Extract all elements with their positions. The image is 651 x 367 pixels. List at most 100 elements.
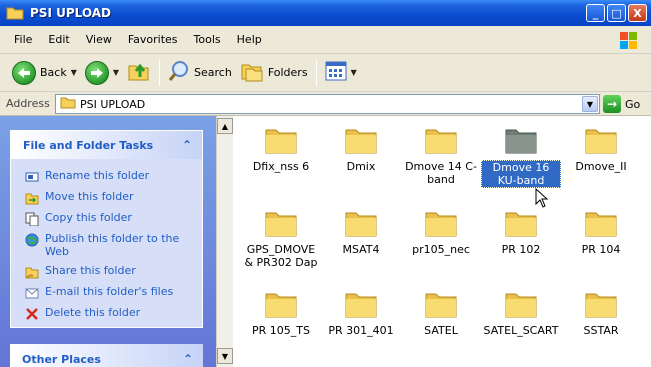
views-icon bbox=[325, 61, 347, 84]
folder-item[interactable]: PR 102 bbox=[481, 207, 561, 256]
folder-icon bbox=[585, 212, 617, 237]
folder-label: SATEL bbox=[424, 324, 458, 337]
menu-help[interactable]: Help bbox=[229, 33, 270, 46]
folder-icon bbox=[425, 293, 457, 318]
task-rename-folder[interactable]: Rename this folder bbox=[25, 169, 202, 190]
other-places-header[interactable]: Other Places ⌃ bbox=[10, 344, 203, 367]
menu-bar: File Edit View Favorites Tools Help bbox=[0, 26, 651, 54]
back-arrow-icon bbox=[12, 60, 36, 85]
folder-icon bbox=[425, 212, 457, 237]
forward-arrow-icon bbox=[84, 60, 109, 85]
folder-item[interactable]: Dfix_nss 6 bbox=[241, 124, 321, 173]
address-field[interactable]: PSI UPLOAD ▼ bbox=[55, 94, 600, 114]
chevron-down-icon[interactable]: ▼ bbox=[113, 68, 119, 77]
folder-item[interactable]: pr105_nec bbox=[401, 207, 481, 256]
folder-item[interactable]: Dmove_II bbox=[561, 124, 641, 173]
folder-label: Dmove 16 KU-band bbox=[481, 160, 561, 188]
task-move-folder[interactable]: Move this folder bbox=[25, 190, 202, 211]
folders-button[interactable]: Folders bbox=[236, 58, 312, 88]
menu-view[interactable]: View bbox=[78, 33, 120, 46]
folder-item[interactable]: SSTAR bbox=[561, 288, 641, 337]
go-button[interactable]: → Go bbox=[603, 95, 640, 113]
chevron-down-icon[interactable]: ▼ bbox=[582, 96, 598, 112]
collapse-icon[interactable]: ⌃ bbox=[182, 138, 192, 152]
views-button[interactable]: ▼ bbox=[321, 58, 361, 88]
menu-tools[interactable]: Tools bbox=[186, 33, 229, 46]
folder-item[interactable]: Dmove 14 C-band bbox=[401, 124, 481, 186]
task-delete-folder[interactable]: Delete this folder bbox=[25, 306, 202, 327]
windows-logo-icon bbox=[615, 30, 643, 52]
toolbar-separator bbox=[159, 59, 161, 86]
folder-icon bbox=[265, 212, 297, 237]
address-label: Address bbox=[6, 97, 50, 110]
folder-icon bbox=[505, 129, 537, 154]
folder-label: Dmove 14 C-band bbox=[405, 160, 477, 186]
chevron-down-icon[interactable]: ▼ bbox=[71, 68, 77, 77]
folder-label: PR 301_401 bbox=[328, 324, 394, 337]
folder-item[interactable]: GPS_DMOVE & PR302 Dap bbox=[241, 207, 321, 269]
folder-item[interactable]: PR 105_TS bbox=[241, 288, 321, 337]
address-value: PSI UPLOAD bbox=[80, 97, 146, 111]
folder-label: Dfix_nss 6 bbox=[252, 160, 310, 173]
menu-favorites[interactable]: Favorites bbox=[120, 33, 186, 46]
chevron-down-icon[interactable]: ▼ bbox=[351, 68, 357, 77]
email-icon bbox=[25, 286, 39, 300]
scroll-up-icon[interactable]: ▲ bbox=[217, 118, 233, 134]
task-panel-header[interactable]: File and Folder Tasks ⌃ bbox=[11, 131, 202, 159]
file-folder-tasks-panel: File and Folder Tasks ⌃ Rename this fold… bbox=[10, 130, 203, 328]
minimize-button[interactable]: _ bbox=[586, 4, 605, 22]
folder-label: SSTAR bbox=[583, 324, 619, 337]
menu-edit[interactable]: Edit bbox=[40, 33, 77, 46]
menu-file[interactable]: File bbox=[0, 33, 40, 46]
folder-label: PR 104 bbox=[581, 243, 621, 256]
collapse-icon[interactable]: ⌃ bbox=[183, 352, 193, 366]
search-label: Search bbox=[194, 66, 232, 79]
close-button[interactable]: X bbox=[628, 4, 647, 22]
folder-item[interactable]: Dmix bbox=[321, 124, 401, 173]
window-title: PSI UPLOAD bbox=[30, 6, 111, 20]
toolbar: Back ▼ ▼ Search Folders ▼ bbox=[0, 54, 651, 92]
search-icon bbox=[168, 60, 190, 85]
folder-icon bbox=[345, 293, 377, 318]
folders-icon bbox=[240, 60, 264, 85]
delete-icon bbox=[25, 307, 39, 321]
folder-item[interactable]: PR 301_401 bbox=[321, 288, 401, 337]
folder-item[interactable]: SATEL bbox=[401, 288, 481, 337]
task-publish-folder[interactable]: Publish this folder to the Web bbox=[25, 232, 202, 264]
folder-label: GPS_DMOVE & PR302 Dap bbox=[244, 243, 318, 269]
folder-icon bbox=[505, 212, 537, 237]
up-folder-button[interactable] bbox=[123, 58, 155, 88]
folder-label: PR 105_TS bbox=[252, 324, 310, 337]
folder-icon bbox=[345, 212, 377, 237]
folder-view: Dfix_nss 6 Dmix Dmove 14 C-band Dmove 16 KU… bbox=[233, 116, 651, 367]
folder-icon bbox=[585, 129, 617, 154]
folder-label: Dmix bbox=[346, 160, 376, 173]
title-bar: PSI UPLOAD _ □ X bbox=[0, 0, 651, 26]
folder-icon bbox=[6, 6, 24, 20]
folder-item[interactable]: SATEL_SCART bbox=[481, 288, 561, 337]
folder-icon bbox=[505, 293, 537, 318]
move-folder-icon bbox=[25, 191, 39, 205]
go-label: Go bbox=[625, 97, 641, 111]
folder-item[interactable]: MSAT4 bbox=[321, 207, 401, 256]
back-button[interactable]: Back ▼ bbox=[8, 58, 81, 88]
folder-icon bbox=[265, 293, 297, 318]
forward-button[interactable]: ▼ bbox=[81, 58, 123, 88]
search-button[interactable]: Search bbox=[164, 58, 236, 88]
task-share-folder[interactable]: Share this folder bbox=[25, 264, 202, 285]
task-email-files[interactable]: E-mail this folder's files bbox=[25, 285, 202, 306]
share-folder-icon bbox=[25, 265, 39, 279]
rename-icon bbox=[25, 170, 39, 184]
maximize-button[interactable]: □ bbox=[607, 4, 626, 22]
folder-label: SATEL_SCART bbox=[483, 324, 559, 337]
folder-icon bbox=[585, 293, 617, 318]
scroll-down-icon[interactable]: ▼ bbox=[217, 348, 233, 364]
folder-label: PR 102 bbox=[501, 243, 541, 256]
folder-item[interactable]: Dmove 16 KU-band bbox=[481, 124, 561, 188]
task-pane-scrollbar[interactable]: ▲ ▼ bbox=[216, 116, 233, 367]
task-copy-folder[interactable]: Copy this folder bbox=[25, 211, 202, 232]
folder-icon bbox=[265, 129, 297, 154]
folder-item[interactable]: PR 104 bbox=[561, 207, 641, 256]
toolbar-separator bbox=[315, 59, 317, 86]
other-places-title: Other Places bbox=[22, 352, 101, 366]
